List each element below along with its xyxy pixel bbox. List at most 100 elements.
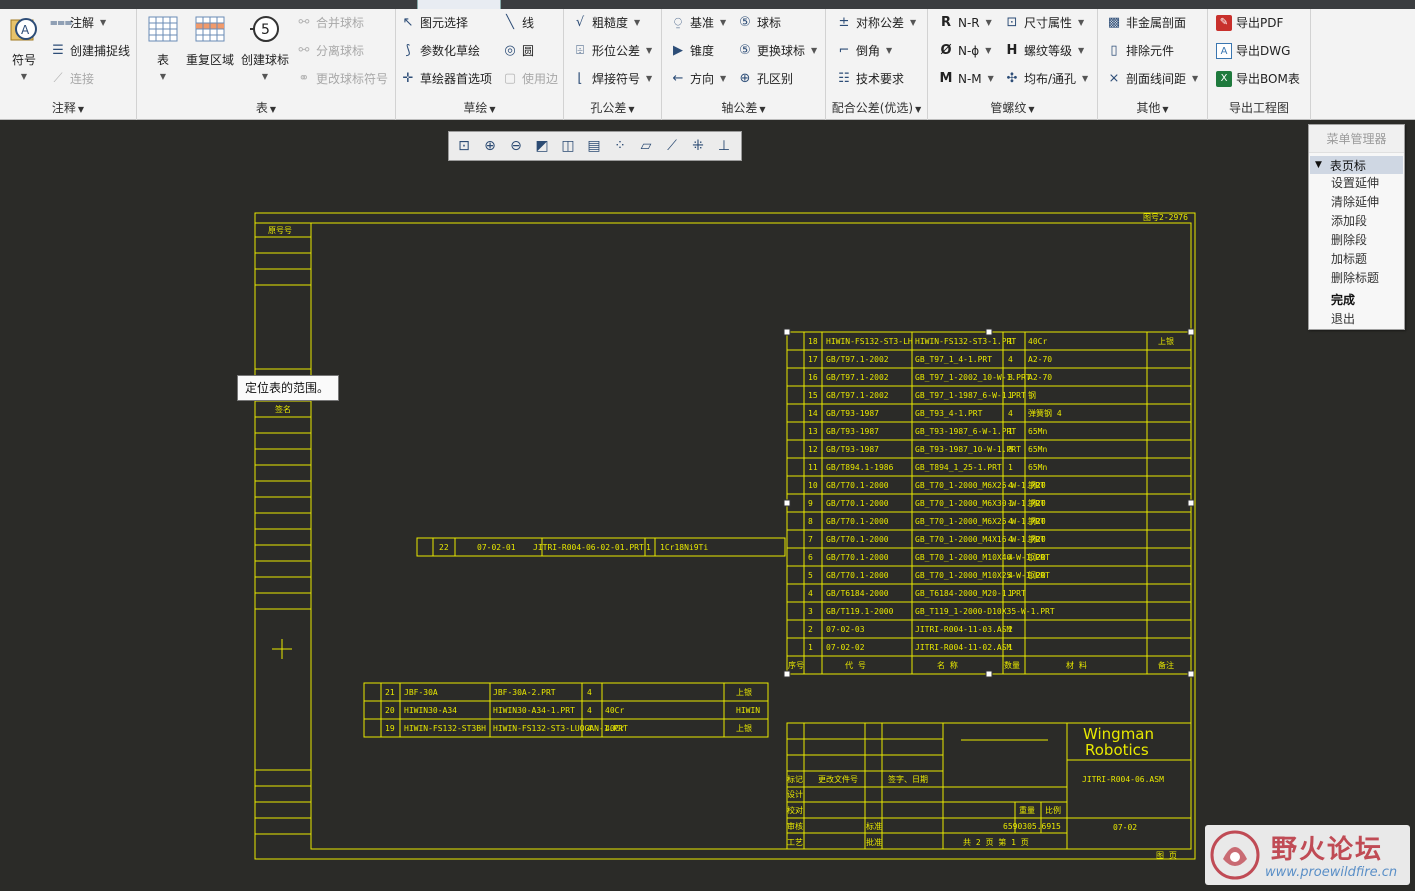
nphi-button[interactable]: Ø N-ϕ ▼ — [938, 40, 991, 62]
drawing-sheet[interactable]: 图号2-2976 原号号 签名 18 HIWIN-FS132-ST3-LH HIWI… — [0, 121, 1415, 891]
table-button[interactable]: 表 ▼ — [139, 13, 187, 81]
group-label-other[interactable]: 其他 ▼ — [1098, 99, 1207, 116]
sketcher-prefs-button[interactable]: ✛ 草绘器首选项 — [400, 68, 492, 90]
bom-upper-cell-material: A2-70 — [1028, 355, 1052, 364]
thread-grade-button[interactable]: H 螺纹等级 ▼ — [1004, 40, 1085, 62]
replace-balloon-button[interactable]: ⑤ 更换球标 ▼ — [737, 40, 817, 62]
connect-button[interactable]: ⟋ 连接 — [50, 68, 94, 90]
tech-req-button[interactable]: ☷ 技术要求 — [836, 68, 904, 90]
change-balloon-symbol-button[interactable]: ⚭ 更改球标符号 — [296, 68, 388, 90]
bom-upper-cell-material: A2-70 — [1028, 373, 1052, 382]
menu-section-table-tab[interactable]: ▼ 表页标 — [1310, 156, 1403, 174]
repeat-region-button[interactable]: 重复区域 — [181, 13, 239, 68]
menu-item-add-title[interactable]: 加标题 — [1309, 250, 1404, 269]
selection-handle[interactable] — [985, 328, 993, 336]
group-label-sketch[interactable]: 草绘 ▼ — [396, 99, 563, 116]
drawing-canvas[interactable]: 图号2-2976 原号号 签名 18 HIWIN-FS132-ST3-LH HIWI… — [0, 121, 1415, 891]
selection-handle[interactable] — [783, 328, 791, 336]
group-label-hole-tol[interactable]: 孔公差 ▼ — [564, 99, 661, 116]
menu-item-clear-extend[interactable]: 清除延伸 — [1309, 193, 1404, 212]
section-spacing-button[interactable]: ⨯ 剖面线间距 ▼ — [1106, 68, 1199, 90]
point-display-icon[interactable]: ⁜ — [687, 135, 709, 157]
csys-display-icon[interactable]: ⊥ — [713, 135, 735, 157]
selection-handle[interactable] — [783, 499, 791, 507]
chamfer-button[interactable]: ⌐ 倒角 ▼ — [836, 40, 893, 62]
bom-upper-cell-qty: 1 — [1008, 643, 1013, 652]
tab-active[interactable] — [417, 0, 501, 9]
group-label-fit-tol[interactable]: 配合公差(优选) ▼ — [826, 99, 927, 116]
display-style-icon[interactable]: ◫ — [557, 135, 579, 157]
selection-handle[interactable] — [985, 670, 993, 678]
menu-item-delete-title[interactable]: 删除标题 — [1309, 269, 1404, 288]
bom-upper-cell-qty: 1 — [1008, 589, 1013, 598]
bom-lower-table[interactable]: 21 JBF-30A JBF-30A-2.PRT 4 上银 20 HIWIN30-A34 HI… — [363, 682, 769, 738]
tb-design: 设计 — [787, 789, 803, 799]
symmetric-tol-button[interactable]: ± 对称公差 ▼ — [836, 12, 917, 34]
exclude-part-button[interactable]: ▯ 排除元件 — [1106, 40, 1174, 62]
selection-handle[interactable] — [1187, 499, 1195, 507]
bom-upper-cell-code: GB/T97.1-2002 — [826, 391, 889, 400]
zoom-out-icon[interactable]: ⊖ — [505, 135, 527, 157]
bom-upper-cell-name: GB_T93_4-1.PRT — [915, 409, 983, 418]
merge-balloon-button[interactable]: ⚯ 合并球标 — [296, 12, 364, 34]
menu-item-quit[interactable]: 退出 — [1309, 310, 1404, 329]
gtol-button[interactable]: ⌹ 形位公差 ▼ — [572, 40, 652, 62]
bom-upper-cell-material: 钢 — [1028, 390, 1036, 400]
export-pdf-button[interactable]: ✎ 导出PDF — [1216, 12, 1283, 34]
group-label-table[interactable]: 表 ▼ — [137, 99, 395, 116]
hole-class-button[interactable]: ⊕ 孔区别 — [737, 68, 793, 90]
circle-button[interactable]: ◎ 圆 — [502, 40, 534, 62]
weld-symbol-button[interactable]: ⌊ 焊接符号 ▼ — [572, 68, 652, 90]
axis-display-icon[interactable]: ⟋ — [661, 135, 683, 157]
datum-button[interactable]: ⍜ 基准 ▼ — [670, 12, 726, 34]
selection-handle[interactable] — [1187, 670, 1195, 678]
group-label-annotate[interactable]: 注释 ▼ — [0, 99, 136, 116]
selection-handle[interactable] — [1187, 328, 1195, 336]
zoom-in-icon[interactable]: ⊕ — [479, 135, 501, 157]
connect-icon: ⟋ — [53, 71, 63, 86]
uniform-hole-button[interactable]: ✣ 均布/通孔 ▼ — [1004, 68, 1089, 90]
group-label-shaft-tol[interactable]: 轴公差 ▼ — [662, 99, 825, 116]
tb-mark: 标记 — [787, 774, 803, 784]
note-icon: ⩶ — [50, 15, 73, 30]
bom-upper-table[interactable]: 18 HIWIN-FS132-ST3-LH HIWIN-FS132-ST3-1.PR… — [786, 331, 1192, 675]
repaint-icon[interactable]: ◩ — [531, 135, 553, 157]
symbol-button[interactable]: A 符号 ▼ — [2, 13, 46, 81]
note-button[interactable]: ⩶ 注解 ▼ — [50, 12, 106, 34]
group-label-pipe-thread[interactable]: 管螺纹 ▼ — [928, 99, 1097, 116]
use-edge-button[interactable]: ▢ 使用边 — [502, 68, 558, 90]
menu-item-done[interactable]: 完成 — [1309, 291, 1404, 310]
create-balloon-button[interactable]: 5 创建球标 ▼ — [237, 13, 293, 81]
bom-upper-cell-name: GB_T97_1_4-1.PRT — [915, 355, 992, 364]
bom-mid-row[interactable]: 22 07-02-01 JITRI-R004-06-02-01.PRT 1 1C… — [416, 537, 786, 557]
menu-item-set-extend[interactable]: 设置延伸 — [1309, 174, 1404, 193]
bom-upper-cell-name: GB_T70_1-2000_M6X25-W-1.PRT — [915, 517, 1045, 526]
saved-views-icon[interactable]: ▤ — [583, 135, 605, 157]
capture-line-button[interactable]: ☰ 创建捕捉线 — [50, 40, 130, 62]
capture-line-label: 创建捕捉线 — [70, 44, 131, 58]
taper-button[interactable]: ▶ 锥度 — [670, 40, 714, 62]
menu-item-delete-segment[interactable]: 删除段 — [1309, 231, 1404, 250]
zoom-fit-icon[interactable]: ⊡ — [453, 135, 475, 157]
export-dwg-button[interactable]: A 导出DWG — [1216, 40, 1290, 62]
balloon-button[interactable]: ⑤ 球标 — [737, 12, 781, 34]
roughness-button[interactable]: √ 粗糙度 ▼ — [572, 12, 640, 34]
entity-select-button[interactable]: ↖ 图元选择 — [400, 12, 468, 34]
split-balloon-button[interactable]: ⚯ 分离球标 — [296, 40, 364, 62]
size-attr-button[interactable]: ⊡ 尺寸属性 ▼ — [1004, 12, 1085, 34]
nm-button[interactable]: M N-M ▼ — [938, 68, 994, 90]
non-metal-section-button[interactable]: ▩ 非金属剖面 — [1106, 12, 1186, 34]
plane-display-icon[interactable]: ▱ — [635, 135, 657, 157]
datum-display-icon[interactable]: ⁘ — [609, 135, 631, 157]
export-bom-button[interactable]: X 导出BOM表 — [1216, 68, 1300, 90]
direction-button[interactable]: ← 方向 ▼ — [670, 68, 727, 90]
bom-upper-cell-name: GB_T894_1_25-1.PRT — [915, 463, 1002, 472]
line-label: 线 — [522, 16, 535, 30]
group-annotate-label: 注释 — [51, 101, 76, 115]
param-sketch-button[interactable]: ⟆ 参数化草绘 — [400, 40, 480, 62]
nr-button[interactable]: R N-R ▼ — [938, 12, 992, 34]
line-button[interactable]: ╲ 线 — [502, 12, 534, 34]
selection-handle[interactable] — [783, 670, 791, 678]
h-icon: H — [1006, 43, 1018, 58]
menu-item-add-segment[interactable]: 添加段 — [1309, 212, 1404, 231]
